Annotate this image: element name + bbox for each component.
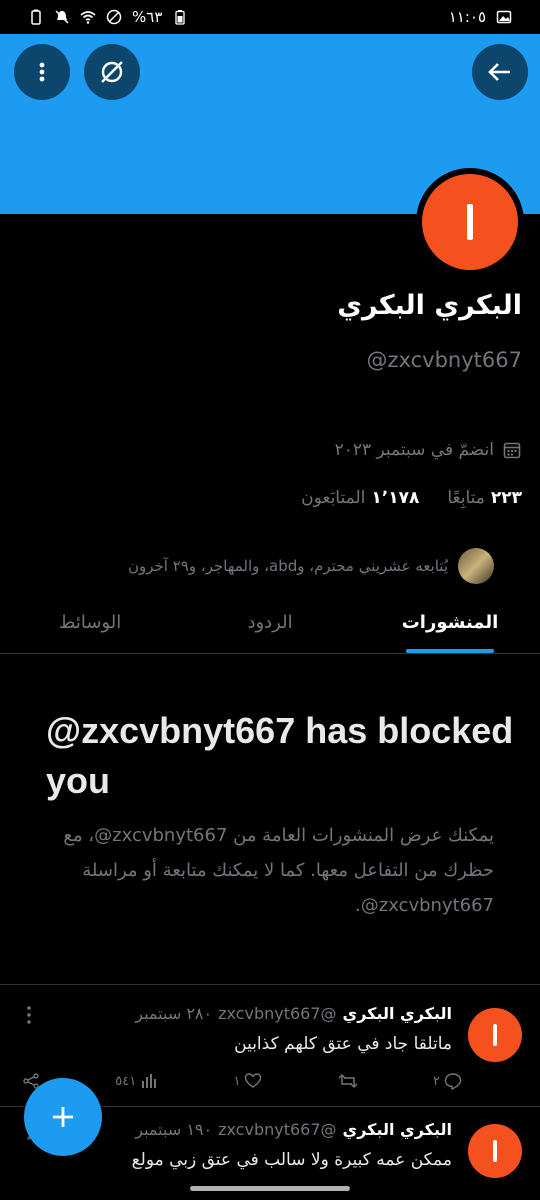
tweet-header: البكري البكري @zxcvbnyt667 ٢٨٠ سبتمبر	[32, 1004, 452, 1023]
tweet-author-name: البكري البكري	[342, 1120, 452, 1139]
views-button[interactable]: ٥٤١	[115, 1072, 158, 1090]
tweet-author-name: البكري البكري	[342, 1004, 452, 1023]
retweet-icon	[338, 1073, 358, 1089]
status-right: ١١:٠٥	[449, 8, 512, 26]
status-bar: ١١:٠٥ %٦٣	[0, 0, 540, 34]
blocked-description: يمكنك عرض المنشورات العامة من ‎@zxcvbnyt…	[63, 825, 494, 916]
status-time: ١١:٠٥	[448, 8, 486, 26]
tab-replies[interactable]: الردود	[180, 592, 360, 653]
gallery-icon	[496, 10, 512, 24]
plus-icon	[53, 1107, 73, 1127]
followed-by[interactable]: يُتابعه عشريني محترم، وabd، والمهاجر، و٢…	[24, 548, 494, 584]
battery-icon	[175, 10, 186, 25]
following-count: ٢٢٣	[490, 488, 522, 508]
following-stat[interactable]: ٢٢٣متابِعًا	[447, 488, 522, 508]
profile-name: البكري البكري	[337, 290, 522, 321]
joined-text: انضمّ في سبتمبر ٢٠٢٣	[334, 440, 494, 460]
replies-count: ٢	[433, 1073, 440, 1089]
views-count: ٥٤١	[115, 1073, 137, 1089]
tweet-avatar[interactable]	[468, 1124, 522, 1178]
status-left: %٦٣	[28, 8, 188, 26]
followers-count: ١٬١٧٨	[371, 488, 420, 508]
home-indicator[interactable]	[190, 1186, 350, 1191]
followed-by-text: يُتابعه عشريني محترم، وabd، والمهاجر، و٢…	[127, 557, 448, 575]
reply-button[interactable]: ٢	[433, 1072, 462, 1090]
tab-posts[interactable]: المنشورات	[360, 592, 540, 653]
follower-avatar	[458, 548, 494, 584]
profile-avatar[interactable]	[416, 168, 524, 276]
more-vertical-icon	[27, 1006, 31, 1024]
tweet-text: ممكن عمه كبيرة ولا سالب في عتق زبي مولع	[131, 1150, 452, 1170]
hide-eye-icon	[101, 61, 123, 83]
reply-bubble-icon	[444, 1073, 462, 1090]
blocked-title: @zxcvbnyt667 has blocked you	[46, 710, 514, 801]
profile-handle: @zxcvbnyt667	[366, 348, 522, 372]
tweet-more-button[interactable]	[22, 1004, 36, 1031]
hide-button[interactable]	[84, 44, 140, 100]
more-button[interactable]	[14, 44, 70, 100]
more-vertical-icon	[39, 62, 45, 82]
likes-count: ١	[233, 1073, 241, 1089]
tweet-avatar[interactable]	[468, 1008, 522, 1062]
follow-stats: ٢٢٣متابِعًا ١٬١٧٨المتابَعون	[301, 488, 522, 508]
battery-percent: %٦٣	[132, 8, 163, 26]
followers-label: المتابَعون	[301, 488, 366, 508]
divider	[0, 984, 540, 985]
calendar-icon	[503, 442, 521, 459]
tweet-time: ٢٨٠ سبتمبر	[135, 1004, 213, 1023]
battery-saver-icon	[31, 9, 41, 25]
tweet-author-handle: @zxcvbnyt667	[218, 1004, 337, 1023]
tweet-time: ١٩٠ سبتمبر	[135, 1120, 213, 1139]
mute-icon	[55, 10, 69, 24]
views-bars-icon	[142, 1074, 157, 1088]
avatar-image	[422, 174, 518, 270]
following-label: متابِعًا	[447, 488, 485, 508]
back-button[interactable]	[472, 44, 528, 100]
joined-date: انضمّ في سبتمبر ٢٠٢٣	[335, 440, 522, 460]
tab-media[interactable]: الوسائط	[0, 592, 180, 653]
like-button[interactable]: ١	[233, 1072, 262, 1090]
wifi-icon	[80, 11, 96, 24]
heart-icon	[245, 1073, 262, 1088]
retweet-button[interactable]	[338, 1072, 358, 1090]
followers-stat[interactable]: ١٬١٧٨المتابَعون	[301, 488, 419, 508]
tweet-text: ماتلقا جاد في عتق كلهم كذابين	[234, 1034, 452, 1054]
do-not-disturb-icon	[106, 9, 122, 25]
compose-button[interactable]	[24, 1078, 102, 1156]
back-arrow-icon	[488, 63, 510, 81]
profile-tabs: المنشورات الردود الوسائط	[0, 592, 540, 654]
tweet-author-handle: @zxcvbnyt667	[218, 1120, 337, 1139]
